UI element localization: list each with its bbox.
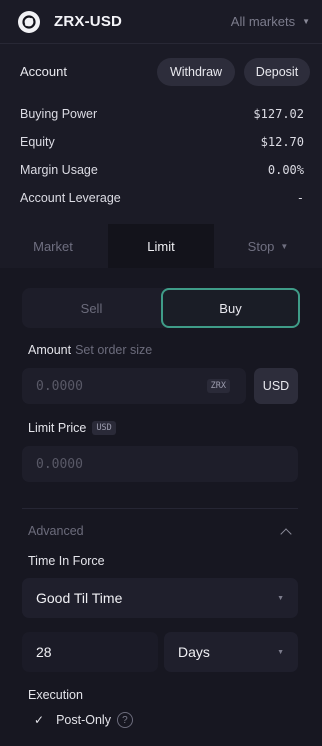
limit-price-input[interactable]: 0.0000	[22, 446, 298, 482]
account-leverage-value: -	[296, 191, 304, 205]
zrx-logo-icon	[18, 10, 40, 33]
asset-badge: ZRX	[206, 379, 230, 393]
market-header: ZRX-USD All markets ▼	[0, 0, 322, 44]
margin-usage-row: Margin Usage 0.00%	[20, 163, 304, 177]
amount-placeholder: 0.0000	[36, 378, 83, 394]
duration-unit-select[interactable]: Days ▼	[164, 632, 298, 672]
currency-toggle-button[interactable]: USD	[254, 368, 298, 404]
all-markets-dropdown[interactable]: All markets ▼	[231, 14, 310, 29]
execution-label: Execution	[28, 688, 83, 702]
time-in-force-label: Time In Force	[28, 554, 105, 568]
divider	[22, 508, 298, 509]
time-in-force-value: Good Til Time	[36, 590, 123, 606]
side-toggle: Sell Buy	[22, 288, 300, 328]
buying-power-label: Buying Power	[20, 107, 98, 121]
buying-power-row: Buying Power $127.02	[20, 107, 304, 121]
duration-input[interactable]: 28	[22, 632, 158, 672]
withdraw-button[interactable]: Withdraw	[157, 58, 235, 86]
chevron-up-icon	[280, 527, 292, 540]
help-icon[interactable]: ?	[116, 712, 133, 728]
margin-usage-value: 0.00%	[267, 163, 304, 177]
amount-hint: Set order size	[75, 343, 153, 357]
account-section: Account Withdraw Deposit Buying Power $1…	[0, 44, 322, 225]
buying-power-value: $127.02	[253, 107, 304, 121]
limit-price-label: Limit Price USD	[28, 421, 116, 435]
amount-label: Amount Set order size	[28, 343, 152, 357]
advanced-toggle[interactable]: Advanced	[28, 524, 294, 540]
tab-stop[interactable]: Stop ▼	[214, 224, 322, 268]
market-pair-title: ZRX-USD	[54, 13, 123, 30]
duration-value: 28	[36, 644, 52, 660]
amount-label-text: Amount	[28, 343, 72, 357]
sell-button[interactable]: Sell	[22, 288, 161, 328]
account-leverage-row: Account Leverage -	[20, 191, 304, 205]
caret-down-icon: ▼	[302, 17, 310, 26]
caret-down-icon: ▼	[280, 241, 289, 251]
equity-value: $12.70	[260, 135, 304, 149]
account-leverage-label: Account Leverage	[20, 191, 121, 205]
time-in-force-select[interactable]: Good Til Time ▼	[22, 578, 298, 618]
buy-button[interactable]: Buy	[161, 288, 300, 328]
checkmark-icon: ✓	[34, 713, 45, 727]
margin-usage-label: Margin Usage	[20, 163, 98, 177]
post-only-label: Post-Only	[56, 713, 111, 727]
equity-row: Equity $12.70	[20, 135, 304, 149]
limit-price-placeholder: 0.0000	[36, 456, 83, 472]
tab-market[interactable]: Market	[0, 224, 106, 268]
post-only-checkbox[interactable]: ✓ Post-Only ?	[34, 712, 133, 728]
duration-unit-value: Days	[178, 644, 210, 660]
order-form: Sell Buy Amount Set order size 0.0000 ZRX…	[0, 268, 322, 746]
deposit-button[interactable]: Deposit	[244, 58, 310, 86]
tab-stop-label: Stop	[247, 238, 275, 254]
account-title: Account	[20, 64, 67, 79]
caret-down-icon: ▼	[277, 594, 284, 602]
equity-label: Equity	[20, 135, 55, 149]
all-markets-label: All markets	[230, 14, 296, 29]
limit-price-currency-badge: USD	[92, 421, 116, 435]
advanced-label: Advanced	[28, 524, 84, 538]
amount-input[interactable]: 0.0000 ZRX	[22, 368, 246, 404]
order-type-tabs: Market Limit Stop ▼	[0, 224, 322, 268]
caret-down-icon: ▼	[277, 648, 284, 656]
tab-limit[interactable]: Limit	[108, 224, 214, 268]
limit-price-label-text: Limit Price	[28, 421, 87, 435]
